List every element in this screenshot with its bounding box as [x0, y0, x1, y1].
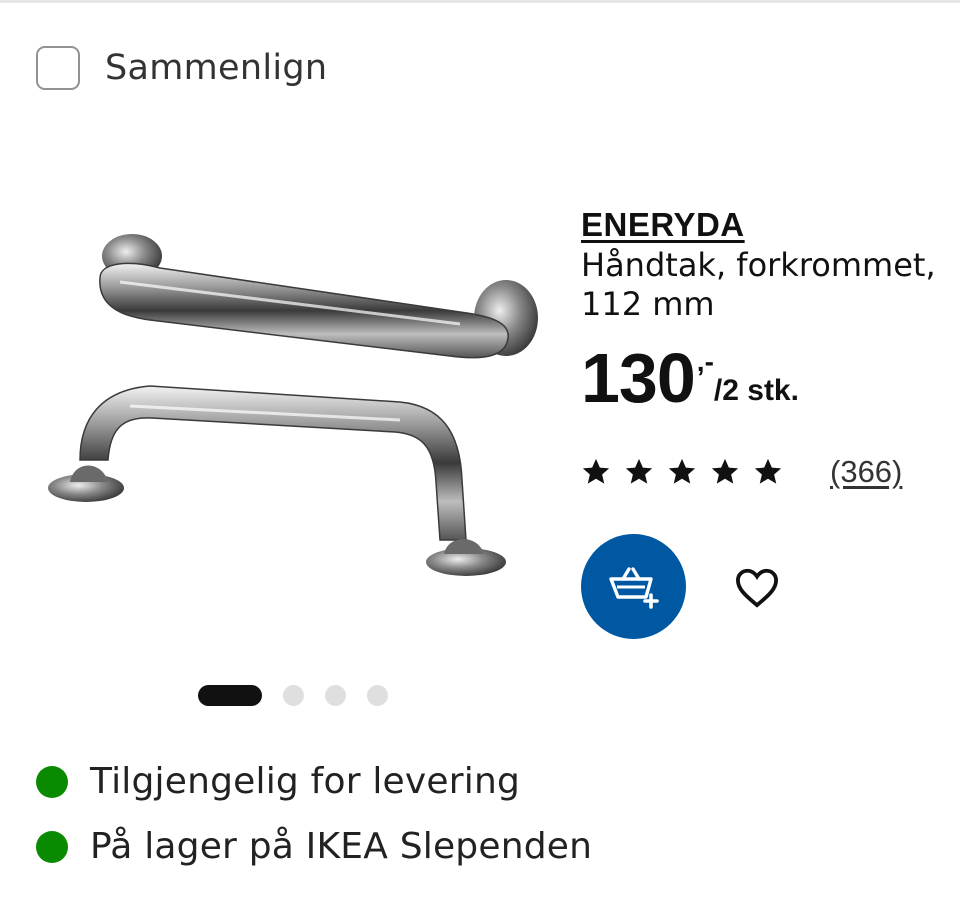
availability-store-label: På lager på IKEA Slependen — [90, 826, 593, 867]
product-image[interactable] — [40, 220, 560, 590]
carousel-dot-3[interactable] — [325, 685, 346, 706]
rating-stars — [581, 457, 796, 487]
carousel-dot-4[interactable] — [367, 685, 388, 706]
product-name-link[interactable]: ENERYDA — [581, 204, 960, 246]
compare-checkbox[interactable] — [36, 46, 80, 90]
compare-toggle[interactable]: Sammenlign — [36, 46, 327, 90]
star-icon — [668, 458, 696, 484]
product-price: 130 ,- /2 stk. — [581, 339, 960, 417]
star-icon — [754, 458, 782, 484]
status-dot-icon — [36, 765, 68, 798]
star-icon — [711, 458, 739, 484]
product-description: Håndtak, forkrommet, — [581, 246, 936, 284]
star-icon — [625, 458, 653, 484]
price-amount: 130 — [581, 339, 696, 417]
product-actions — [581, 534, 960, 639]
image-carousel-indicator — [198, 685, 388, 706]
product-info: ENERYDA Håndtak, forkrommet, 112 mm 130 … — [581, 204, 960, 639]
price-suffix: ,- — [696, 346, 714, 377]
add-to-cart-icon — [608, 566, 659, 609]
compare-label: Sammenlign — [105, 48, 328, 88]
add-to-cart-button[interactable] — [581, 534, 686, 639]
handle-lower — [48, 385, 506, 576]
availability-delivery-label: Tilgjengelig for levering — [90, 761, 521, 802]
availability-delivery: Tilgjengelig for levering — [36, 761, 520, 802]
rating[interactable]: (366) — [581, 454, 960, 490]
review-count[interactable]: (366) — [830, 454, 902, 490]
carousel-dot-2[interactable] — [283, 685, 304, 706]
price-unit: /2 stk. — [713, 374, 799, 407]
top-divider — [0, 0, 960, 3]
heart-icon — [735, 568, 779, 608]
status-dot-icon — [36, 830, 68, 863]
handle-upper — [99, 234, 538, 359]
star-icon — [582, 458, 610, 484]
product-size: 112 mm — [581, 285, 715, 323]
carousel-dot-1[interactable] — [198, 685, 262, 706]
availability-store: På lager på IKEA Slependen — [36, 826, 592, 867]
favourite-button[interactable] — [734, 566, 780, 608]
